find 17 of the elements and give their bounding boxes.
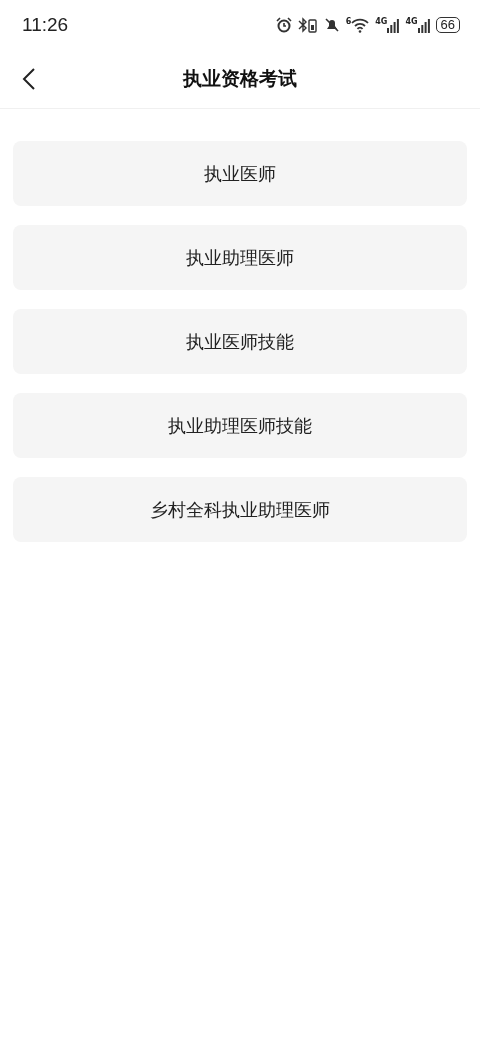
bluetooth-battery-icon — [297, 17, 318, 33]
exam-option[interactable]: 执业助理医师技能 — [13, 393, 467, 458]
signal-icon — [387, 17, 400, 33]
status-time: 11:26 — [22, 14, 70, 36]
wifi-icon — [351, 17, 370, 33]
alarm-clock-icon — [275, 17, 292, 33]
exam-option[interactable]: 执业医师 — [13, 141, 467, 206]
network-label: 4G — [375, 17, 388, 26]
exam-option[interactable]: 执业助理医师 — [13, 225, 467, 290]
signal-icon — [417, 17, 430, 33]
battery-level: 66 — [435, 17, 460, 33]
exam-option[interactable]: 执业医师技能 — [13, 309, 467, 374]
page-title: 执业资格考试 — [183, 66, 297, 91]
exam-option[interactable]: 乡村全科执业助理医师 — [13, 477, 467, 542]
network-label: 4G — [405, 17, 418, 26]
wifi-label: 6 — [345, 17, 352, 26]
muted-bell-icon — [323, 17, 340, 33]
